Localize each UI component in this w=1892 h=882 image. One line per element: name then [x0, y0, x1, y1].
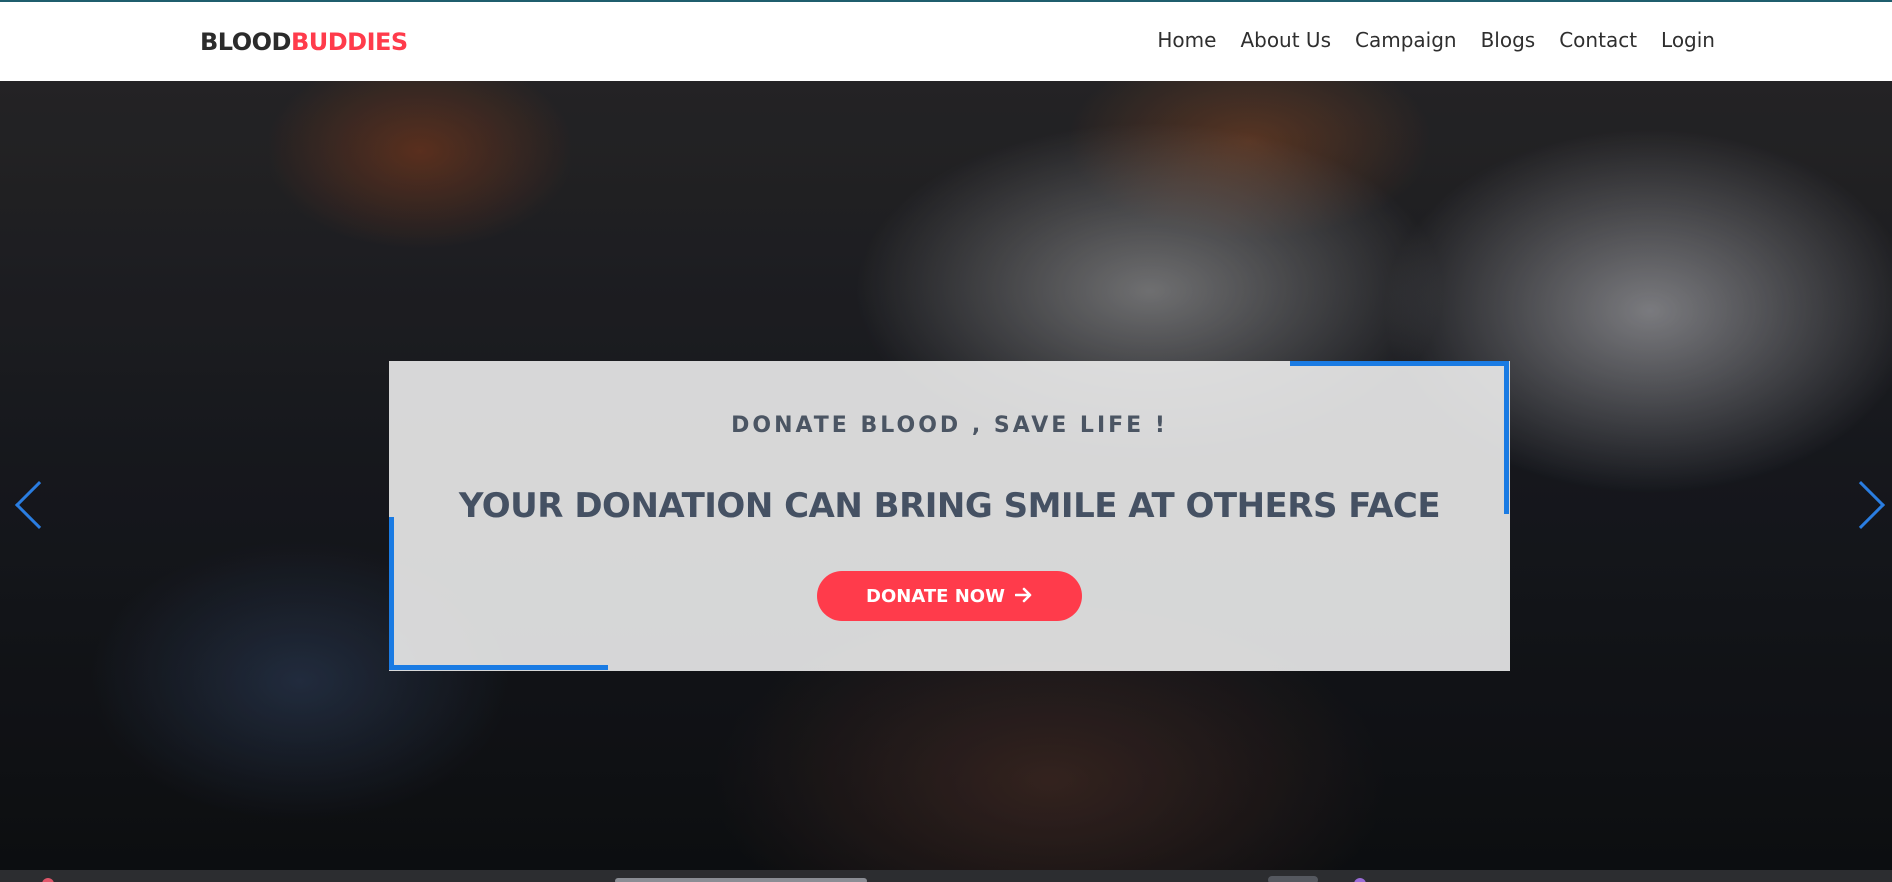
- taskbar-active-app-icon[interactable]: [1268, 876, 1318, 882]
- os-taskbar: [0, 870, 1892, 882]
- brand-logo-part1: BLOOD: [200, 28, 291, 56]
- arrow-right-icon: [1014, 586, 1033, 606]
- nav-contact[interactable]: Contact: [1559, 28, 1637, 52]
- nav-home[interactable]: Home: [1157, 28, 1216, 52]
- card-corner-accent-left: [389, 517, 394, 670]
- hero-kicker: DONATE BLOOD , SAVE LIFE !: [731, 413, 1168, 438]
- donate-now-label: DONATE NOW: [866, 585, 1005, 607]
- main-nav: Home About Us Campaign Blogs Contact Log…: [1157, 28, 1715, 52]
- card-corner-accent-top: [1290, 361, 1509, 366]
- card-corner-accent-bottom: [389, 665, 608, 670]
- brand-logo[interactable]: BLOODBUDDIES: [200, 28, 408, 56]
- nav-about-us[interactable]: About Us: [1240, 28, 1331, 52]
- nav-blogs[interactable]: Blogs: [1481, 28, 1536, 52]
- brand-logo-part2: BUDDIES: [290, 28, 408, 56]
- site-header: BLOODBUDDIES Home About Us Campaign Blog…: [0, 2, 1892, 81]
- nav-campaign[interactable]: Campaign: [1355, 28, 1457, 52]
- donate-now-button[interactable]: DONATE NOW: [817, 571, 1082, 621]
- nav-login[interactable]: Login: [1661, 28, 1715, 52]
- hero-headline: YOUR DONATION CAN BRING SMILE AT OTHERS …: [458, 486, 1441, 526]
- taskbar-search-bar[interactable]: [615, 878, 867, 882]
